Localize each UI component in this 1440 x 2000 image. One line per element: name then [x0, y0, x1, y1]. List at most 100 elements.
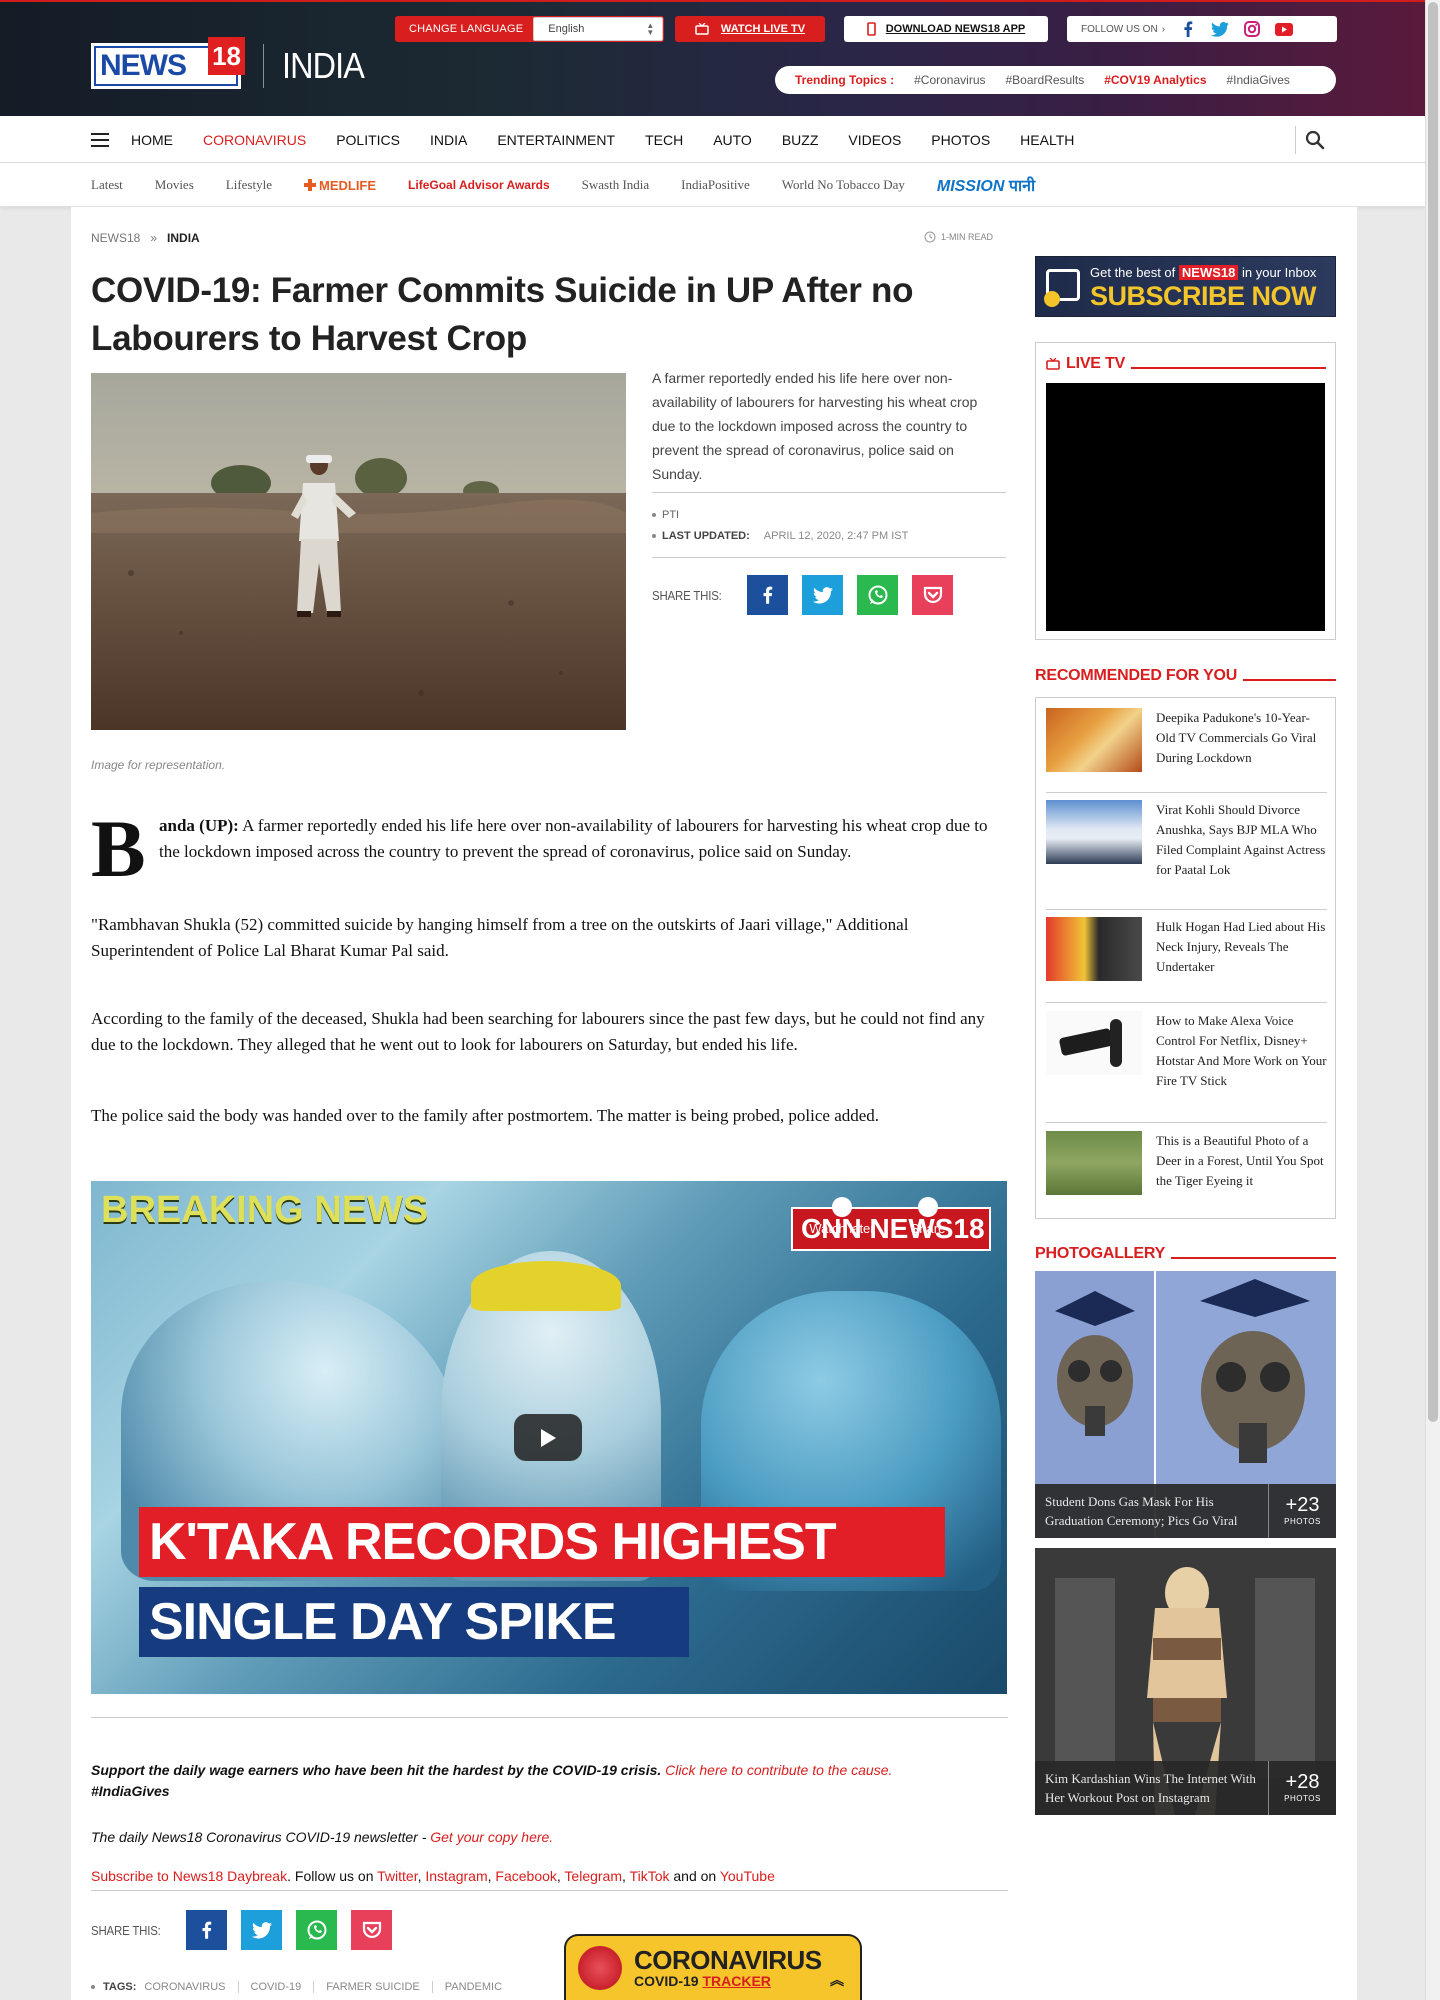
logo-text: NEWS [100, 49, 187, 82]
trending-topic[interactable]: #COV19 Analytics [1104, 73, 1206, 87]
news18-logo[interactable]: NEWS 18 INDIA [91, 37, 373, 90]
youtube-icon[interactable] [1275, 20, 1294, 38]
nav-item-tech[interactable]: TECH [645, 132, 683, 148]
medlife-label: MEDLIFE [318, 177, 377, 193]
photo-gallery-card[interactable]: Student Dons Gas Mask For His Graduation… [1035, 1271, 1336, 1538]
subnav-item[interactable]: Lifestyle [226, 177, 272, 193]
newsletter-link[interactable]: Get your copy here. [430, 1829, 553, 1845]
list-item[interactable]: Deepika Padukone's 10-Year-Old TV Commer… [1046, 708, 1327, 793]
mission-paani-link[interactable]: MISSION पानी [937, 174, 1035, 196]
subnav-item[interactable]: Movies [155, 177, 194, 193]
twitter-share-button[interactable] [802, 575, 844, 615]
subnav-item[interactable]: Latest [91, 177, 123, 193]
double-chevron-up-icon[interactable]: ︽ [830, 1970, 844, 1990]
page-scrollbar[interactable] [1425, 0, 1440, 2000]
nav-item-coronavirus[interactable]: CORONAVIRUS [203, 132, 306, 148]
twitter-link[interactable]: Twitter [377, 1868, 417, 1884]
contribute-link[interactable]: Click here to contribute to the cause. [665, 1762, 892, 1778]
subscribe-line1-brand: NEWS18 [1178, 265, 1239, 280]
list-item-title: Virat Kohli Should Divorce Anushka, Says… [1156, 802, 1326, 877]
nav-item-buzz[interactable]: BUZZ [782, 132, 819, 148]
title-underline [1131, 367, 1326, 369]
subscribe-line: Subscribe to News18 Daybreak. Follow us … [91, 1868, 775, 1884]
facebook-link[interactable]: Facebook [495, 1868, 556, 1884]
facebook-share-button[interactable] [186, 1910, 228, 1950]
list-item[interactable]: This is a Beautiful Photo of a Deer in a… [1046, 1131, 1327, 1216]
search-icon[interactable] [1305, 130, 1329, 150]
virus-icon [578, 1946, 622, 1990]
list-item[interactable]: How to Make Alexa Voice Control For Netf… [1046, 1011, 1327, 1123]
nav-item-auto[interactable]: AUTO [713, 132, 752, 148]
list-item[interactable]: Virat Kohli Should Divorce Anushka, Says… [1046, 800, 1327, 910]
pocket-share-button[interactable] [351, 1910, 393, 1950]
gallery-caption: Student Dons Gas Mask For His Graduation… [1045, 1494, 1238, 1528]
twitter-share-button[interactable] [241, 1910, 283, 1950]
nav-item-photos[interactable]: PHOTOS [931, 132, 990, 148]
live-tv-player[interactable] [1046, 383, 1325, 631]
daybreak-link[interactable]: Subscribe to News18 Daybreak [91, 1868, 287, 1884]
twitter-icon [812, 586, 833, 603]
instagram-link[interactable]: Instagram [425, 1868, 487, 1884]
covid-tracker-widget[interactable]: CORONAVIRUS COVID-19 TRACKER ︽ [564, 1934, 862, 2000]
tag-link[interactable]: PANDEMIC [445, 1981, 502, 1993]
tag-link[interactable]: FARMER SUICIDE [326, 1981, 420, 1993]
change-language-label: CHANGE LANGUAGE [409, 23, 524, 35]
video-share-button[interactable]: Share [903, 1197, 953, 1236]
video-player[interactable]: BREAKING NEWS CNN NEWS18 Watch later Sha… [91, 1181, 1007, 1694]
language-selector: CHANGE LANGUAGE English ▲ ▼ [395, 16, 665, 42]
language-dropdown[interactable]: English ▲ ▼ [533, 17, 664, 41]
watch-later-button[interactable]: Watch later [797, 1197, 887, 1236]
tiktok-link[interactable]: TikTok [630, 1868, 670, 1884]
subscribe-banner[interactable]: Get the best of NEWS18 in your Inbox SUB… [1035, 256, 1336, 317]
watch-live-tv-button[interactable]: WATCH LIVE TV [675, 16, 825, 42]
trending-topic[interactable]: #IndiaGives [1227, 73, 1290, 87]
facebook-share-button[interactable] [747, 575, 789, 615]
paragraph-text: A farmer reportedly ended his life here … [159, 816, 988, 861]
mobile-phone-icon [866, 22, 876, 36]
nav-item-politics[interactable]: POLITICS [336, 132, 400, 148]
nav-item-home[interactable]: HOME [131, 132, 173, 148]
subnav-item[interactable]: Swasth India [582, 177, 650, 193]
photo-count: +23 PHOTOS [1268, 1484, 1336, 1538]
video-share-label: Share [910, 1221, 946, 1236]
nav-item-health[interactable]: HEALTH [1020, 132, 1074, 148]
hamburger-menu-icon[interactable] [91, 133, 109, 147]
subnav-item[interactable]: IndiaPositive [681, 177, 750, 193]
thumbnail [1046, 1011, 1142, 1075]
thumbnail [1046, 1131, 1142, 1195]
breadcrumb-current[interactable]: INDIA [167, 231, 200, 245]
twitter-icon[interactable] [1211, 20, 1230, 38]
bullet-icon [91, 1985, 95, 1989]
youtube-link[interactable]: YouTube [720, 1868, 775, 1884]
nav-item-entertainment[interactable]: ENTERTAINMENT [497, 132, 615, 148]
follow-us-bar: FOLLOW US ON › [1067, 16, 1337, 42]
nav-item-videos[interactable]: VIDEOS [848, 132, 901, 148]
logo-box: NEWS 18 [91, 37, 245, 89]
subscribe-line1-pre: Get the best of [1090, 265, 1176, 280]
medlife-link[interactable]: MEDLIFE [303, 177, 377, 193]
and-on-text: and on [673, 1868, 717, 1884]
whatsapp-share-button[interactable] [857, 575, 899, 615]
telegram-link[interactable]: Telegram [564, 1868, 622, 1884]
trending-topic[interactable]: #BoardResults [1006, 73, 1085, 87]
top-header: NEWS 18 INDIA CHANGE LANGUAGE English ▲ ▼… [0, 0, 1425, 116]
trending-topic[interactable]: #Coronavirus [914, 73, 985, 87]
photo-gallery-card[interactable]: Kim Kardashian Wins The Internet With He… [1035, 1548, 1336, 1815]
lifegoal-awards-link[interactable]: LifeGoal Advisor Awards [408, 178, 550, 192]
tag-link[interactable]: CORONAVIRUS [144, 1981, 225, 1993]
scrollbar-thumb[interactable] [1428, 2, 1438, 1422]
facebook-icon[interactable] [1179, 20, 1197, 38]
breadcrumb-home[interactable]: NEWS18 [91, 231, 140, 245]
nav-item-india[interactable]: INDIA [430, 132, 467, 148]
subscribe-line1-post: in your Inbox [1242, 265, 1317, 280]
pocket-share-button[interactable] [912, 575, 954, 615]
subnav-item[interactable]: World No Tobacco Day [782, 177, 905, 193]
download-app-button[interactable]: DOWNLOAD NEWS18 APP [844, 16, 1048, 42]
play-icon [541, 1428, 556, 1447]
last-updated-value: APRIL 12, 2020, 2:47 PM IST [763, 530, 909, 542]
list-item[interactable]: Hulk Hogan Had Lied about His Neck Injur… [1046, 917, 1327, 1003]
tag-link[interactable]: COVID-19 [251, 1981, 302, 1993]
play-button[interactable] [514, 1414, 582, 1461]
instagram-icon[interactable] [1243, 20, 1261, 38]
whatsapp-share-button[interactable] [296, 1910, 338, 1950]
